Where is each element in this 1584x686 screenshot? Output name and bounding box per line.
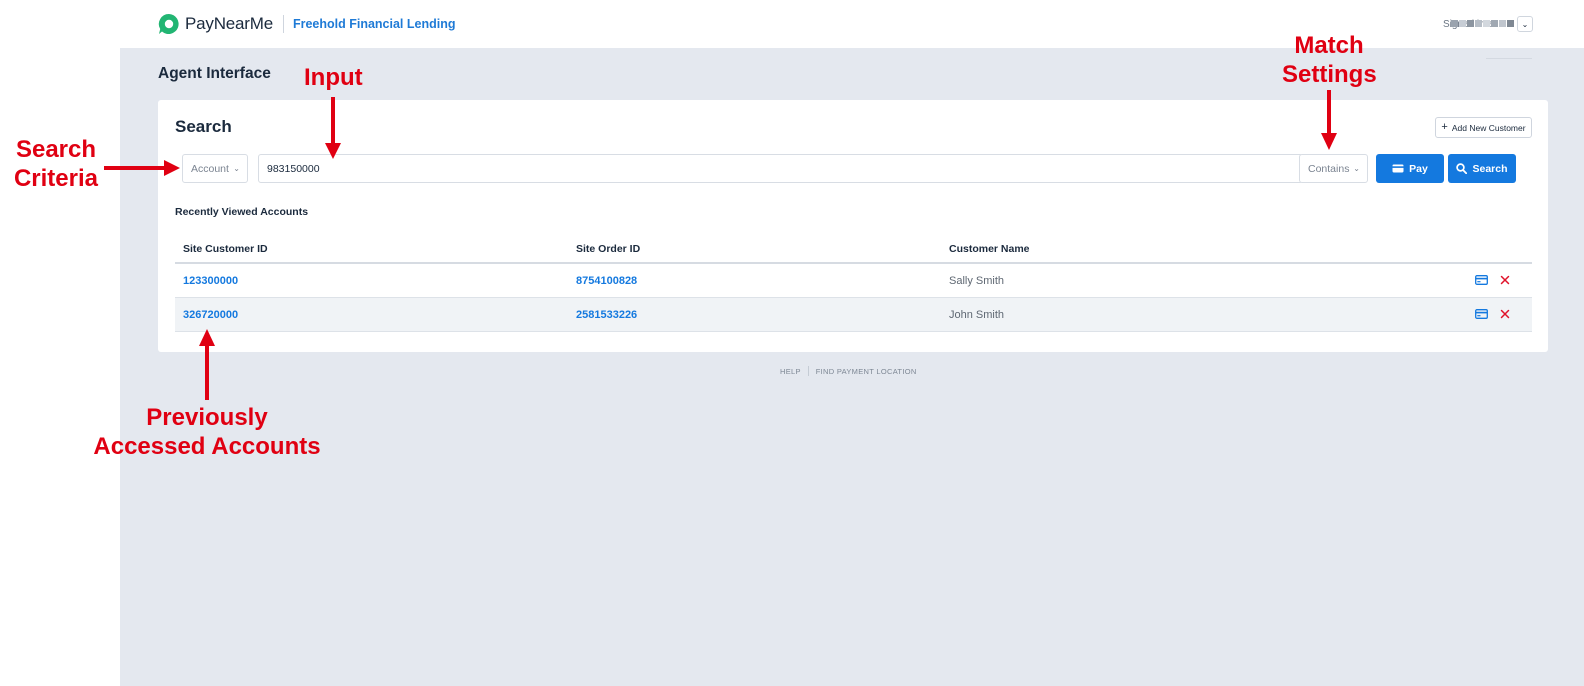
customer-name: Sally Smith	[949, 275, 1005, 287]
annotation-previous-line2: Accessed Accounts	[93, 433, 321, 460]
site-customer-id-link[interactable]: 123300000	[183, 275, 238, 287]
table-row: 123300000 8754100828 Sally Smith	[175, 264, 1532, 298]
remove-icon[interactable]	[1500, 309, 1510, 319]
divider	[1486, 58, 1532, 59]
card-icon	[1392, 164, 1404, 173]
footer-divider	[807, 366, 809, 376]
annotation-previously-accessed: Previously Accessed Accounts	[86, 403, 328, 461]
recent-accounts-table: Site Customer ID Site Order ID Customer …	[175, 238, 1532, 332]
site-order-id-link[interactable]: 2581533226	[576, 309, 637, 321]
annotation-criteria-line1: Search	[15, 136, 97, 163]
column-header-site-order-id: Site Order ID	[576, 243, 641, 255]
help-link[interactable]: HELP	[780, 367, 801, 376]
add-new-customer-button[interactable]: + Add New Customer	[1435, 117, 1532, 138]
table-row: 326720000 2581533226 John Smith	[175, 298, 1532, 332]
site-order-id-link[interactable]: 8754100828	[576, 275, 637, 287]
remove-icon[interactable]	[1500, 275, 1510, 285]
annotation-search-criteria: Search Criteria	[8, 135, 104, 193]
find-payment-location-link[interactable]: FIND PAYMENT LOCATION	[816, 367, 917, 376]
chevron-down-icon: ⌄	[1353, 164, 1360, 173]
chevron-down-icon: ⌄	[233, 164, 240, 173]
account-menu-button[interactable]: ⌄	[1517, 16, 1533, 32]
brand-name: PayNearMe	[185, 14, 273, 33]
pay-card-icon[interactable]	[1475, 275, 1488, 285]
column-header-customer-name: Customer Name	[949, 243, 1030, 255]
search-button-label: Search	[1472, 162, 1508, 175]
page-title: Agent Interface	[158, 65, 271, 82]
annotation-previous-line1: Previously	[146, 404, 268, 431]
annotation-criteria-line2: Criteria	[13, 165, 99, 192]
pay-button[interactable]: Pay	[1376, 154, 1444, 183]
add-new-customer-label: Add New Customer	[1451, 122, 1526, 133]
screenshot: PayNearMe Freehold Financial Lending Sig…	[0, 0, 1584, 686]
search-card-title: Search	[175, 117, 232, 136]
match-settings-value: Contains	[1308, 162, 1350, 175]
customer-name: John Smith	[949, 309, 1005, 321]
match-settings-select[interactable]: Contains ⌄	[1299, 154, 1368, 183]
merchant-name: Freehold Financial Lending	[292, 17, 456, 31]
brand-divider	[282, 15, 284, 33]
search-card: Search + Add New Customer Account ⌄ Cont…	[158, 100, 1548, 352]
table-header: Site Customer ID Site Order ID Customer …	[175, 238, 1532, 264]
annotation-match-line2: Settings	[1282, 61, 1377, 88]
plus-icon: +	[1441, 121, 1448, 133]
footer-links: HELP FIND PAYMENT LOCATION	[780, 366, 917, 376]
column-header-site-customer-id: Site Customer ID	[183, 243, 268, 255]
annotation-match-line1: Match	[1294, 32, 1364, 59]
paynearme-logo-icon	[158, 13, 179, 34]
site-customer-id-link[interactable]: 326720000	[183, 309, 238, 321]
search-button[interactable]: Search	[1448, 154, 1516, 183]
search-criteria-select[interactable]: Account ⌄	[182, 154, 248, 183]
annotation-match-settings: Match Settings	[1282, 31, 1377, 89]
search-criteria-value: Account	[191, 162, 229, 175]
brand-logo[interactable]: PayNearMe Freehold Financial Lending	[158, 13, 455, 35]
pay-card-icon[interactable]	[1475, 309, 1488, 319]
annotation-input: Input	[304, 64, 363, 91]
chevron-down-icon: ⌄	[1521, 19, 1529, 29]
search-icon	[1456, 163, 1468, 174]
search-input[interactable]	[258, 154, 1303, 183]
recently-viewed-title: Recently Viewed Accounts	[175, 206, 309, 218]
pay-button-label: Pay	[1409, 162, 1428, 175]
